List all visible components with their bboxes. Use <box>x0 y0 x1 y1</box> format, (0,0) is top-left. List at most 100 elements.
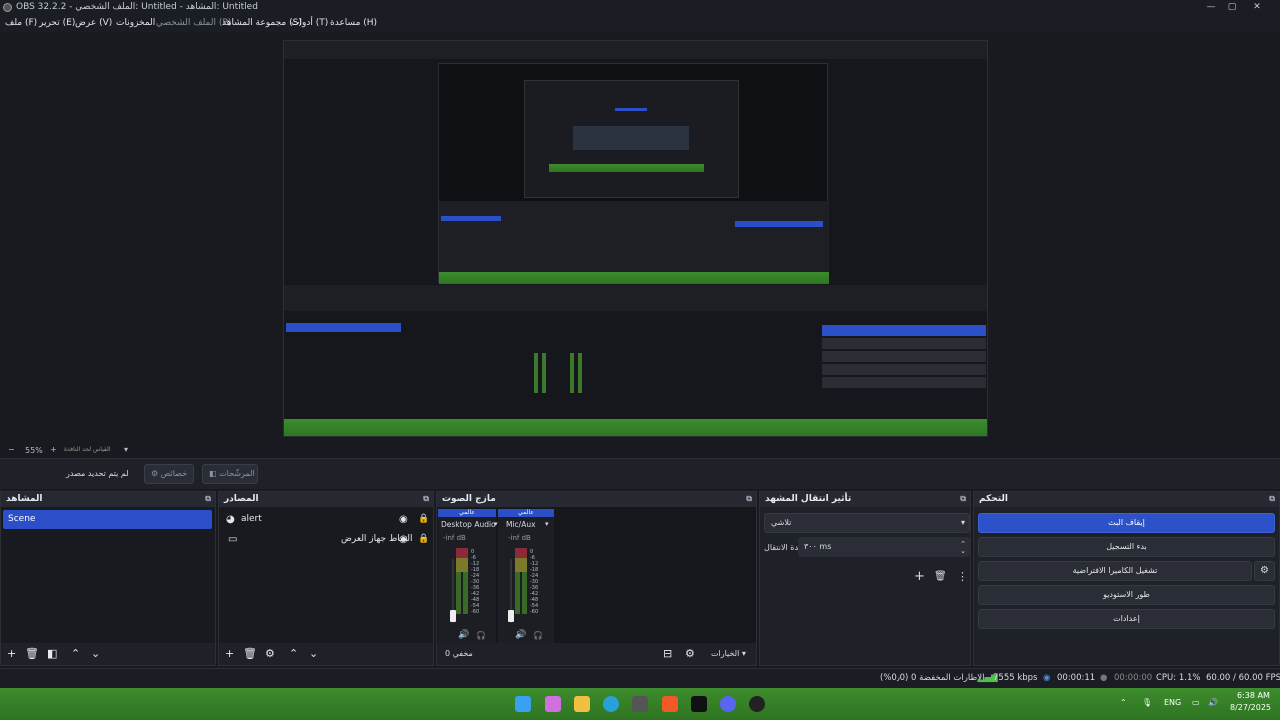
microphone-icon[interactable]: 🎙 <box>1142 698 1152 707</box>
volume-slider[interactable] <box>450 610 456 622</box>
close-button[interactable]: ✕ <box>1250 1 1264 13</box>
nested-taskbar <box>284 419 987 436</box>
chevron-up-icon[interactable]: ⌃ <box>1120 698 1127 707</box>
undock-icon[interactable]: ⧉ <box>205 494 211 504</box>
settings-button[interactable]: إعدادات <box>978 609 1275 629</box>
volume-slider[interactable] <box>508 610 514 622</box>
menu-docks[interactable]: المخزونات <box>116 18 155 28</box>
spin-down-icon[interactable]: ⌄ <box>960 541 966 561</box>
program-preview[interactable] <box>283 40 988 437</box>
visibility-eye-icon[interactable]: ◉ <box>399 530 408 549</box>
headphones-icon[interactable]: 🎧 <box>476 631 486 640</box>
virtual-camera-gear-icon[interactable]: ⚙ <box>1254 561 1275 581</box>
discord-icon[interactable] <box>720 696 736 712</box>
transition-select[interactable]: تلاشي ▾ <box>764 513 970 533</box>
copilot-icon[interactable] <box>545 696 561 712</box>
move-up-icon[interactable]: ⌃ <box>289 647 298 661</box>
menu-file[interactable]: ملف (F) <box>5 18 37 28</box>
layout-icon[interactable]: ⊟ <box>663 647 672 661</box>
nested-docks <box>284 313 987 408</box>
speaker-icon[interactable]: 🔊 <box>458 630 469 640</box>
app-icon[interactable] <box>691 696 707 712</box>
scene-filters-icon[interactable]: ◧ <box>47 647 57 661</box>
filters-label: المرشّحات <box>219 469 255 478</box>
menu-help[interactable]: مساعدة (H) <box>330 18 377 28</box>
remove-transition-icon[interactable]: 🗑 <box>934 571 947 582</box>
file-explorer-icon[interactable] <box>574 696 590 712</box>
channel-menu-icon[interactable]: ▾ <box>494 520 498 528</box>
undock-icon[interactable]: ⧉ <box>746 494 752 504</box>
sources-dock-title: المصادر ⧉ <box>219 492 433 507</box>
move-down-icon[interactable]: ⌄ <box>309 647 318 661</box>
start-virtual-camera-button[interactable]: تشغيل الكاميرا الافتراضية <box>978 561 1252 581</box>
move-down-icon[interactable]: ⌄ <box>91 647 100 661</box>
visibility-eye-icon[interactable]: ◉ <box>399 510 408 529</box>
stop-streaming-button[interactable]: إيقاف البث <box>978 513 1275 533</box>
edge-icon[interactable] <box>603 696 619 712</box>
lock-icon[interactable]: 🔒 <box>418 530 429 549</box>
source-properties-gear-icon[interactable]: ⚙ <box>265 647 275 661</box>
zoom-out-button[interactable]: − <box>8 445 15 454</box>
obs-taskbar-icon[interactable] <box>749 696 765 712</box>
filters-button[interactable]: ◧ المرشّحات <box>202 464 258 484</box>
speaker-icon[interactable]: 🔊 <box>515 630 526 640</box>
start-recording-button[interactable]: بدء التسجيل <box>978 537 1275 557</box>
scenes-dock-title: المشاهد ⧉ <box>1 492 215 507</box>
mixer-options-button[interactable]: الخيارات ▾ <box>711 649 746 658</box>
network-icon[interactable]: ▭ <box>1192 698 1200 707</box>
undock-icon[interactable]: ⧉ <box>960 494 966 504</box>
add-source-icon[interactable]: + <box>225 647 234 661</box>
clock-date[interactable]: 8/27/2025 <box>1230 703 1271 712</box>
menu-tools[interactable]: أدوات (T) <box>291 18 328 28</box>
cpu-usage: CPU: 1.1% <box>1156 673 1201 683</box>
mixer-dock-title: مازج الصوت ⧉ <box>437 492 756 507</box>
menu-view[interactable]: عرض (V) <box>75 18 112 28</box>
zoom-mode[interactable]: القياس لحد النافذة <box>64 446 110 453</box>
volume-icon[interactable]: 🔊 <box>1208 698 1218 707</box>
hidden-count[interactable]: مخفي 0 <box>445 649 473 658</box>
sources-toolbar: + 🗑 ⚙ ⌃ ⌄ <box>219 643 433 665</box>
undock-icon[interactable]: ⧉ <box>423 494 429 504</box>
zoom-in-button[interactable]: + <box>50 445 57 454</box>
maximize-button[interactable]: ▢ <box>1225 1 1239 13</box>
windows-start-icon[interactable] <box>515 696 531 712</box>
no-source-label: لم يتم تحديد مصدر <box>66 469 129 478</box>
transitions-title: تأثير انتقال المشهد <box>765 494 852 504</box>
record-time: 00:00:00 <box>1114 673 1153 683</box>
menu-profile[interactable]: الملف الشخصي (P) <box>156 18 231 28</box>
move-up-icon[interactable]: ⌃ <box>71 647 80 661</box>
bitrate: 7555 kbps <box>993 673 1038 683</box>
controls-dock-title: التحكم ⧉ <box>974 492 1279 507</box>
studio-mode-button[interactable]: طور الاستوديو <box>978 585 1275 605</box>
minimize-button[interactable]: — <box>1204 1 1218 13</box>
duration-input[interactable]: ٣٠٠ ms ⌃ ⌄ <box>798 537 970 557</box>
add-transition-icon[interactable]: + <box>914 569 925 584</box>
more-options-icon[interactable]: ⋮ <box>957 570 968 583</box>
mixer-channel-mic: عالمي Mic/Aux ▾ -inf dB 🔊 🎧 <box>498 509 554 648</box>
scenes-dock: المشاهد ⧉ Scene + 🗑 ◧ ⌃ ⌄ <box>0 491 216 666</box>
properties-button[interactable]: ⚙ خصائص <box>144 464 194 484</box>
lock-icon[interactable]: 🔒 <box>418 510 429 529</box>
menu-scene-collection[interactable]: مجموعة المشاهد (S) <box>222 18 302 28</box>
source-row[interactable]: ▭ التقاط جهاز العرض ◉ 🔒 <box>221 530 430 549</box>
advanced-audio-icon[interactable]: ⚙ <box>685 647 695 661</box>
brave-icon[interactable] <box>662 696 678 712</box>
headphones-icon[interactable]: 🎧 <box>533 631 543 640</box>
channel-menu-icon[interactable]: ▾ <box>545 520 549 528</box>
chevron-down-icon[interactable]: ▾ <box>124 445 128 454</box>
add-scene-icon[interactable]: + <box>7 647 16 661</box>
channel-name: Desktop Audio <box>441 520 496 529</box>
menu-edit[interactable]: تحرير (E) <box>39 18 75 28</box>
remove-scene-icon[interactable]: 🗑 <box>25 647 39 661</box>
scene-item[interactable]: Scene <box>3 510 212 529</box>
language-indicator[interactable]: ENG <box>1164 698 1181 707</box>
remove-source-icon[interactable]: 🗑 <box>243 647 257 661</box>
title-bar: OBS 32.2.2 - الملف الشخصي: Untitled - ال… <box>0 0 1280 15</box>
source-row[interactable]: ◕ alert ◉ 🔒 <box>221 510 430 529</box>
filter-icon: ◧ <box>209 469 217 478</box>
chevron-down-icon: ▾ <box>960 518 965 527</box>
terminal-icon[interactable] <box>632 696 648 712</box>
clock-time[interactable]: 6:38 AM <box>1237 691 1270 700</box>
undock-icon[interactable]: ⧉ <box>1269 494 1275 504</box>
transition-selected: تلاشي <box>771 518 792 527</box>
